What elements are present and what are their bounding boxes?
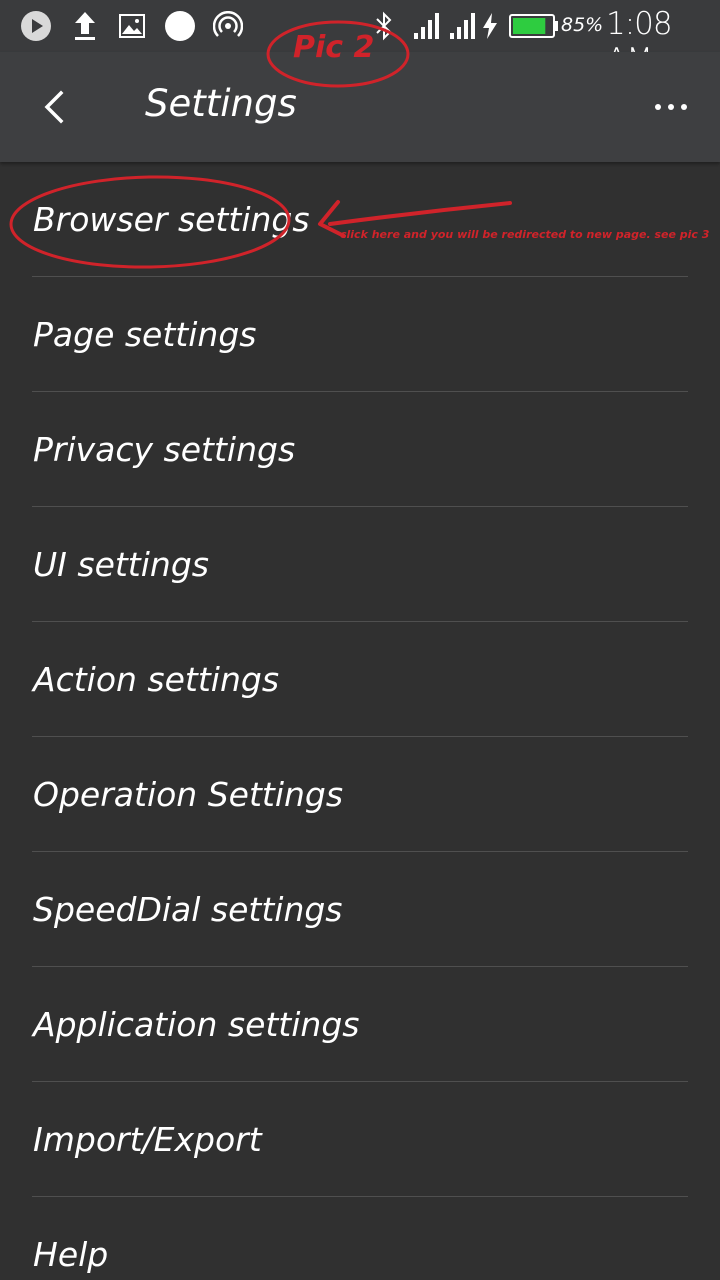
circle-icon [163,8,197,44]
hotspot-icon [212,8,244,44]
settings-item-speeddial[interactable]: SpeedDial settings [0,852,720,967]
settings-item-import-export[interactable]: Import/Export [0,1082,720,1197]
overflow-menu-button[interactable] [646,80,696,134]
more-dots-icon [655,104,687,110]
settings-item-help[interactable]: Help [0,1197,720,1280]
app-toolbar: Settings [0,52,720,162]
battery-percent: 85% [561,14,604,36]
settings-item-privacy[interactable]: Privacy settings [0,392,720,507]
settings-item-action[interactable]: Action settings [0,622,720,737]
annotation-note: click here and you will be redirected to… [340,228,710,241]
settings-item-label: Help [33,1235,109,1274]
settings-item-label: Import/Export [33,1120,262,1159]
image-icon [117,8,147,44]
settings-item-label: Privacy settings [33,430,296,469]
settings-item-label: Application settings [33,1005,360,1044]
signal-icon [446,8,478,44]
settings-item-page[interactable]: Page settings [0,277,720,392]
charging-icon [479,8,501,44]
screen: 85% 1:08 AM Settings Browser settings Pa… [0,0,720,1280]
settings-item-label: Browser settings [33,200,310,239]
settings-item-label: Action settings [33,660,280,699]
settings-item-ui[interactable]: UI settings [0,507,720,622]
bluetooth-icon [372,8,396,44]
page-title: Settings [145,82,297,125]
back-arrow-icon [44,90,64,124]
upload-icon [70,8,100,44]
annotation-pic-label: Pic 2 [293,30,375,65]
play-icon [18,8,54,44]
back-button[interactable] [24,77,84,137]
settings-item-label: Page settings [33,315,257,354]
settings-item-label: SpeedDial settings [33,890,343,929]
settings-list: Browser settings Page settings Privacy s… [0,162,720,1280]
settings-item-browser[interactable]: Browser settings [0,162,720,277]
settings-item-application[interactable]: Application settings [0,967,720,1082]
settings-item-label: UI settings [33,545,209,584]
settings-item-label: Operation Settings [33,775,344,814]
battery-icon [508,8,560,44]
settings-item-operation[interactable]: Operation Settings [0,737,720,852]
signal-icon [410,8,442,44]
